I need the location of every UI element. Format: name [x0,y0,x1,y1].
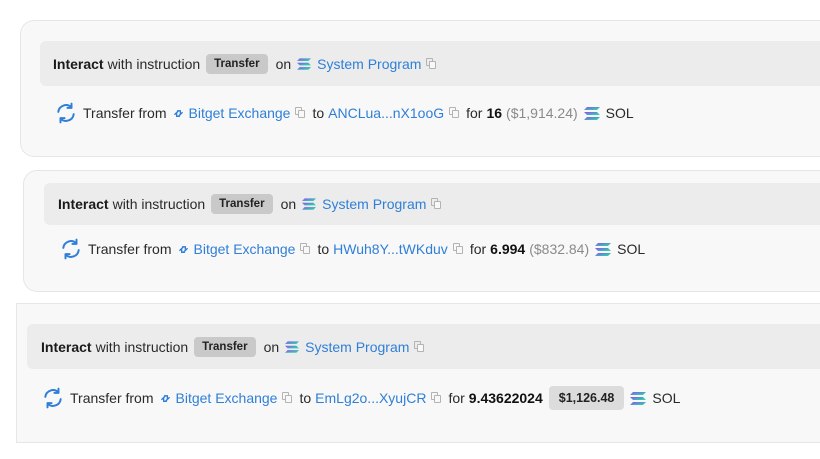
from-address-link[interactable]: Bitget Exchange [176,390,278,406]
amount-value: 16 [486,105,503,121]
instruction-chip: Transfer [194,336,256,357]
instruction-card: Interact with instruction Transfer on Sy… [23,170,820,292]
program-link[interactable]: System Program [317,56,421,72]
instruction-chip: Transfer [211,194,273,214]
to-text: to [312,105,325,121]
interact-label: Interact [53,55,104,72]
for-text: for [448,390,465,406]
solana-icon [285,341,299,353]
instruction-card: Interact with instruction Transfer on Sy… [16,303,820,443]
to-address-link[interactable]: ANCLua...nX1ooG [328,105,444,121]
instruction-header: Interact with instruction Transfer on Sy… [27,324,820,369]
instruction-header: Interact with instruction Transfer on Sy… [44,183,820,225]
link-icon [160,393,171,404]
transfer-row: Transfer from Bitget Exchange to HWuh8Y.… [60,238,645,260]
to-address-link[interactable]: HWuh8Y...tWKduv [333,241,448,257]
solana-icon [595,243,611,256]
program-link[interactable]: System Program [322,196,426,212]
usd-value: ($1,914.24) [506,105,578,121]
link-icon [178,244,189,255]
solana-icon [584,107,600,120]
copy-icon[interactable] [449,107,461,119]
token-symbol: SOL [652,390,681,406]
transfer-icon [42,387,64,409]
transfer-row: Transfer from Bitget Exchange to EmLg2o.… [42,385,680,411]
link-icon [173,108,184,119]
copy-icon[interactable] [431,392,443,404]
with-instruction-text: with instruction [112,196,206,212]
interact-label: Interact [41,338,92,355]
for-text: for [466,105,483,121]
copy-icon[interactable] [431,198,443,210]
transfer-from-label: Transfer from [83,105,167,121]
instruction-card: Interact with instruction Transfer on Sy… [20,20,820,157]
on-text: on [263,338,280,355]
solana-icon [302,198,316,210]
transfer-icon [60,238,82,260]
transfer-from-label: Transfer from [88,241,172,257]
from-address-link[interactable]: Bitget Exchange [189,105,291,121]
from-address-link[interactable]: Bitget Exchange [194,241,296,257]
to-address-link[interactable]: EmLg2o...XyujCR [315,390,426,406]
amount-value: 9.43622024 [468,390,543,406]
copy-icon[interactable] [426,57,438,70]
amount-value: 6.994 [490,241,526,257]
interact-label: Interact [58,196,109,212]
on-text: on [280,196,297,212]
copy-icon[interactable] [300,243,312,255]
transfer-from-label: Transfer from [70,390,154,406]
to-text: to [317,241,330,257]
transfer-icon [55,102,77,124]
solana-icon [297,58,311,70]
program-link[interactable]: System Program [305,339,409,355]
solana-icon [630,392,646,405]
copy-icon[interactable] [452,243,465,255]
on-text: on [275,55,292,72]
instruction-chip: Transfer [206,53,268,74]
usd-value: ($832.84) [529,241,590,257]
with-instruction-text: with instruction [107,55,201,72]
instruction-header: Interact with instruction Transfer on Sy… [40,41,820,86]
copy-icon[interactable] [295,107,307,119]
transfer-row: Transfer from Bitget Exchange to ANCLua.… [55,102,634,124]
token-symbol: SOL [605,105,634,121]
copy-icon[interactable] [282,392,294,404]
token-symbol: SOL [617,241,646,257]
with-instruction-text: with instruction [95,338,189,355]
usd-badge: $1,126.48 [548,386,625,410]
copy-icon[interactable] [414,340,426,353]
to-text: to [299,390,312,406]
for-text: for [469,241,487,257]
